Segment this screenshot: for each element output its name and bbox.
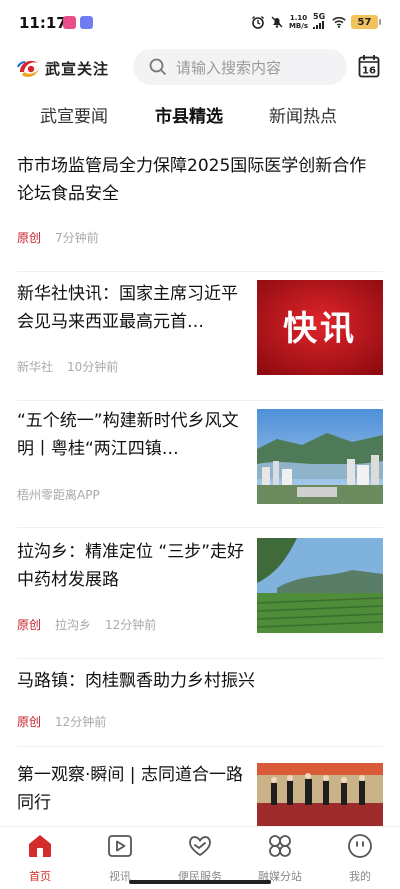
channel-tabs: 武宣要闻 市县精选 新闻热点 — [0, 92, 400, 138]
news-item[interactable]: 市市场监管局全力保障2025国际医学创新合作论坛食品安全 原创 7分钟前 — [17, 152, 383, 272]
app-header: 武宣关注 请输入搜索内容 16 — [0, 46, 400, 92]
news-item[interactable]: 新华社快讯：国家主席习近平会见马来西亚最高元首… 新华社 10分钟前 快讯 — [17, 272, 383, 401]
nav-label: 我的 — [349, 870, 371, 883]
news-item[interactable]: 拉沟乡：精准定位 “三步”走好中药材发展路 原创 拉沟乡 12分钟前 — [17, 528, 383, 659]
status-time: 11:17 — [19, 14, 67, 32]
wifi-icon — [332, 16, 346, 28]
calendar-day: 16 — [362, 66, 376, 77]
video-icon — [108, 835, 132, 857]
smile-icon — [348, 834, 372, 858]
status-bar: 11:17 1.10 MB/s 5G 57 — [0, 0, 400, 46]
news-time: 10分钟前 — [67, 360, 119, 374]
notification-app-icon — [80, 16, 93, 29]
nav-label: 首页 — [29, 870, 51, 883]
nav-video[interactable]: 视讯 — [80, 827, 160, 885]
news-source: 梧州零距离APP — [17, 488, 100, 502]
tab-wuxuan-news[interactable]: 武宣要闻 — [40, 102, 108, 127]
app-logo: 武宣关注 — [16, 55, 109, 81]
battery-indicator: 57 — [351, 15, 381, 29]
alarm-icon — [251, 16, 264, 29]
search-icon — [149, 58, 167, 76]
nav-services[interactable]: 便民服务 — [160, 827, 240, 885]
news-title: 市市场监管局全力保障2025国际医学创新合作论坛食品安全 — [17, 156, 367, 204]
news-meta: 原创 12分钟前 — [17, 713, 106, 730]
news-time: 12分钟前 — [55, 715, 107, 729]
news-title: “五个统一”构建新时代乡风文明丨粤桂“两江四镇… — [17, 411, 239, 459]
news-title: 新华社快讯：国家主席习近平会见马来西亚最高元首… — [17, 284, 238, 332]
original-tag: 原创 — [17, 618, 42, 632]
nav-home[interactable]: 首页 — [0, 827, 80, 885]
search-placeholder: 请输入搜索内容 — [176, 58, 282, 77]
news-thumbnail — [257, 409, 383, 504]
network-indicator: 5G — [313, 13, 327, 31]
calendar-button[interactable]: 16 — [358, 54, 380, 78]
news-thumbnail — [257, 538, 383, 633]
news-source: 拉沟乡 — [55, 618, 92, 632]
logo-icon — [17, 60, 39, 77]
news-item[interactable]: “五个统一”构建新时代乡风文明丨粤桂“两江四镇… 梧州零距离APP — [17, 401, 383, 528]
news-meta: 原创 7分钟前 — [17, 229, 99, 246]
notification-app-icon — [63, 16, 76, 29]
news-thumbnail — [257, 763, 383, 827]
news-title: 拉沟乡：精准定位 “三步”走好中药材发展路 — [17, 542, 245, 590]
news-title: 第一观察·瞬间 | 志同道合一路同行 — [17, 765, 243, 813]
news-meta: 新华社 10分钟前 — [17, 358, 118, 375]
news-time: 12分钟前 — [105, 618, 157, 632]
nav-media-branch[interactable]: 融媒分站 — [240, 827, 320, 885]
calendar-icon: 16 — [358, 55, 380, 78]
tab-hot-news[interactable]: 新闻热点 — [269, 102, 337, 127]
news-item[interactable]: 第一观察·瞬间 | 志同道合一路同行 — [17, 747, 383, 837]
heart-hands-icon — [189, 836, 211, 857]
nav-profile[interactable]: 我的 — [320, 827, 400, 885]
flower-grid-icon — [269, 835, 291, 857]
original-tag: 原创 — [17, 231, 42, 245]
net-speed: 1.10 MB/s — [288, 14, 308, 30]
signal-icon — [313, 21, 324, 29]
home-icon — [29, 835, 51, 857]
thumbnail-text: 快讯 — [283, 309, 357, 349]
news-meta: 原创 拉沟乡 12分钟前 — [17, 616, 156, 633]
original-tag: 原创 — [17, 715, 42, 729]
search-box[interactable]: 请输入搜索内容 — [133, 49, 347, 85]
news-item[interactable]: 马路镇：肉桂飘香助力乡村振兴 原创 12分钟前 — [17, 659, 383, 747]
news-thumbnail: 快讯 — [257, 280, 383, 375]
news-time: 7分钟前 — [55, 231, 99, 245]
logo-text: 武宣关注 — [45, 59, 110, 78]
news-meta: 梧州零距离APP — [17, 486, 100, 503]
news-title: 马路镇：肉桂飘香助力乡村振兴 — [17, 671, 255, 691]
mute-icon — [271, 16, 283, 28]
news-source: 新华社 — [17, 360, 54, 374]
home-indicator — [129, 880, 271, 884]
tab-county-selection[interactable]: 市县精选 — [155, 102, 223, 127]
